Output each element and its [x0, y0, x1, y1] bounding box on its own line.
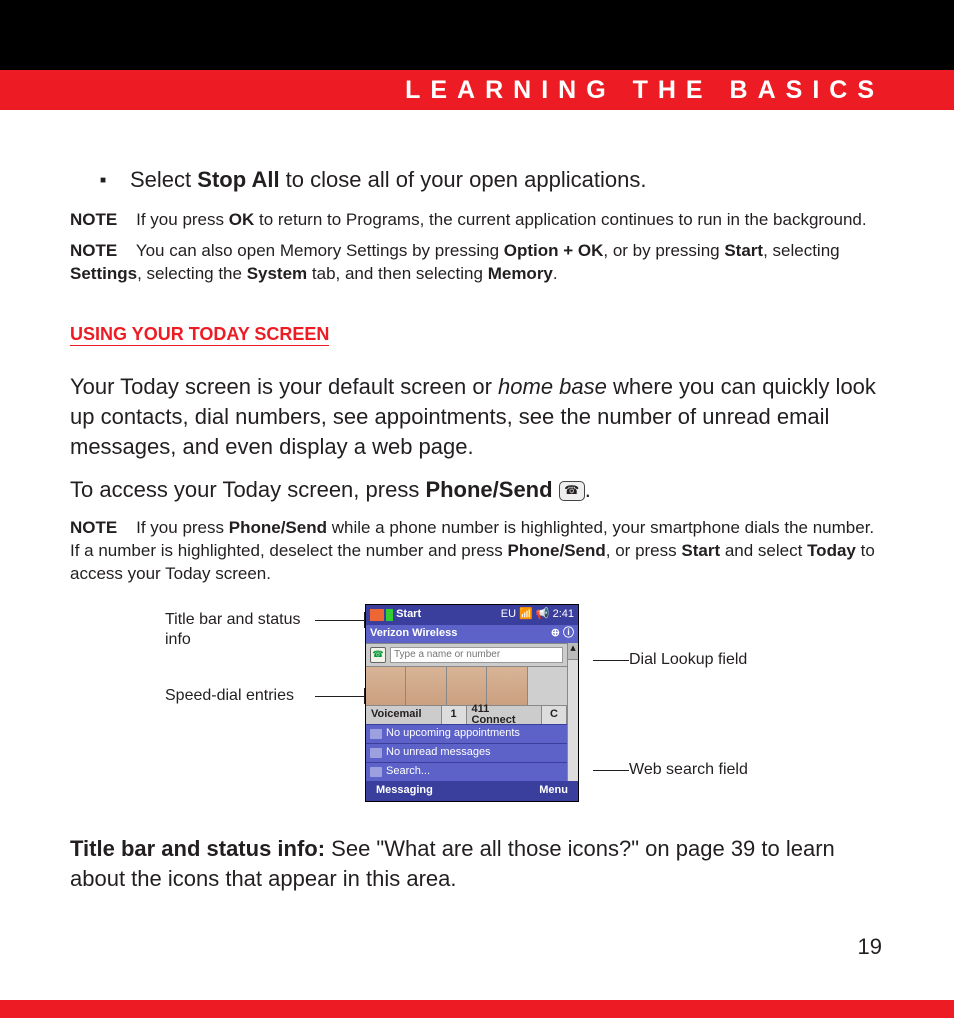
text-bold: Option + OK — [504, 241, 604, 260]
text: to close all of your open applications. — [280, 167, 647, 192]
figure-today-screen: Title bar and status info Speed-dial ent… — [70, 604, 884, 816]
scrollbar[interactable]: ▴ — [567, 643, 578, 781]
paragraph-access: To access your Today screen, press Phone… — [70, 475, 884, 505]
dial-lookup-input[interactable] — [390, 647, 563, 663]
dial-lookup-row: ☎ — [366, 643, 567, 666]
callouts-left: Title bar and status info Speed-dial ent… — [165, 610, 315, 742]
text-bold: Memory — [488, 264, 553, 283]
note-2: NOTE You can also open Memory Settings b… — [70, 240, 884, 286]
phone-screenshot: Start EU 📶 📢 2:41 Verizon Wireless ⊕ ⓘ ☎ — [365, 604, 579, 802]
contacts-icon: ☎ — [370, 647, 386, 663]
callout-title-bar: Title bar and status info — [165, 610, 315, 650]
mail-icon — [370, 748, 382, 758]
text-bold: Settings — [70, 264, 137, 283]
contact-thumb[interactable] — [447, 667, 487, 705]
search-icon — [370, 767, 382, 777]
speed-dial-thumbs — [366, 666, 567, 705]
text: , or by pressing — [603, 241, 724, 260]
text: Select — [130, 167, 197, 192]
text-bold: Phone/Send — [229, 518, 327, 537]
contact-thumb[interactable] — [528, 667, 567, 705]
paragraph-intro: Your Today screen is your default screen… — [70, 372, 884, 463]
note-label: NOTE — [70, 518, 117, 537]
text: . — [585, 477, 591, 502]
text-bold: Stop All — [197, 167, 279, 192]
phone-operator: Verizon Wireless ⊕ ⓘ — [366, 625, 578, 643]
text: If you press — [136, 518, 229, 537]
text: You can also open Memory Settings by pre… — [136, 241, 504, 260]
text-bold: Today — [807, 541, 856, 560]
phone-titlebar: Start EU 📶 📢 2:41 — [366, 605, 578, 625]
text: tab, and then selecting — [307, 264, 488, 283]
callouts-right: Dial Lookup field Web search field — [629, 650, 789, 816]
bullet-list: Select Stop All to close all of your ope… — [70, 165, 884, 195]
page-number: 19 — [70, 934, 884, 960]
phone-appointments[interactable]: No upcoming appointments — [366, 724, 567, 743]
note-3: NOTE If you press Phone/Send while a pho… — [70, 517, 884, 586]
callout-web-search: Web search field — [629, 760, 789, 780]
text-bold: Title bar and status info: — [70, 836, 325, 861]
phone-softkeys: Messaging Menu — [366, 781, 578, 801]
text-bold: Start — [724, 241, 763, 260]
note-1: NOTE If you press OK to return to Progra… — [70, 209, 884, 232]
text: If you press — [136, 210, 229, 229]
contact-thumb[interactable] — [366, 667, 406, 705]
operator-icons: ⊕ ⓘ — [551, 628, 574, 639]
status-icons: EU 📶 📢 2:41 — [501, 609, 574, 620]
header-red-band: LEARNING THE BASICS — [0, 70, 954, 110]
note-label: NOTE — [70, 241, 117, 260]
contact-thumb[interactable] — [487, 667, 527, 705]
speed-dial-key: C — [542, 706, 567, 724]
softkey-right[interactable]: Menu — [539, 785, 568, 796]
speed-dial-voicemail[interactable]: Voicemail — [366, 706, 442, 724]
contact-thumb[interactable] — [406, 667, 446, 705]
text: To access your Today screen, press — [70, 477, 425, 502]
text: , selecting — [763, 241, 840, 260]
text-bold: OK — [229, 210, 255, 229]
speed-dial-row: Voicemail 1 411 Connect C — [366, 705, 567, 724]
text: , selecting the — [137, 264, 247, 283]
softkey-left[interactable]: Messaging — [376, 785, 433, 796]
page-content: Select Stop All to close all of your ope… — [0, 110, 954, 1000]
phone-web-search[interactable]: Search... — [366, 762, 567, 781]
start-flag-icon: Start — [370, 609, 421, 621]
calendar-icon — [370, 729, 382, 739]
speed-dial-key: 1 — [442, 706, 467, 724]
text: Your Today screen is your default screen… — [70, 374, 498, 399]
note-label: NOTE — [70, 210, 117, 229]
callout-speed-dial: Speed-dial entries — [165, 686, 315, 706]
speed-dial-411[interactable]: 411 Connect — [467, 706, 543, 724]
bullet-stop-all: Select Stop All to close all of your ope… — [130, 165, 884, 195]
text: . — [553, 264, 558, 283]
phone-messages[interactable]: No unread messages — [366, 743, 567, 762]
section-heading: USING YOUR TODAY SCREEN — [70, 324, 329, 346]
phone-send-icon: ☎ — [559, 481, 585, 501]
chapter-title: LEARNING THE BASICS — [405, 76, 884, 105]
text-bold: Phone/Send — [425, 477, 552, 502]
header-black-band — [0, 0, 954, 70]
text-bold: System — [247, 264, 307, 283]
text: , or press — [606, 541, 682, 560]
text-italic: home base — [498, 374, 607, 399]
text-bold: Phone/Send — [508, 541, 606, 560]
text-bold: Start — [681, 541, 720, 560]
text: and select — [720, 541, 807, 560]
text: to return to Programs, the current appli… — [254, 210, 866, 229]
footer-red-band — [0, 1000, 954, 1018]
paragraph-titlebar: Title bar and status info: See "What are… — [70, 834, 884, 895]
callout-dial-lookup: Dial Lookup field — [629, 650, 789, 670]
